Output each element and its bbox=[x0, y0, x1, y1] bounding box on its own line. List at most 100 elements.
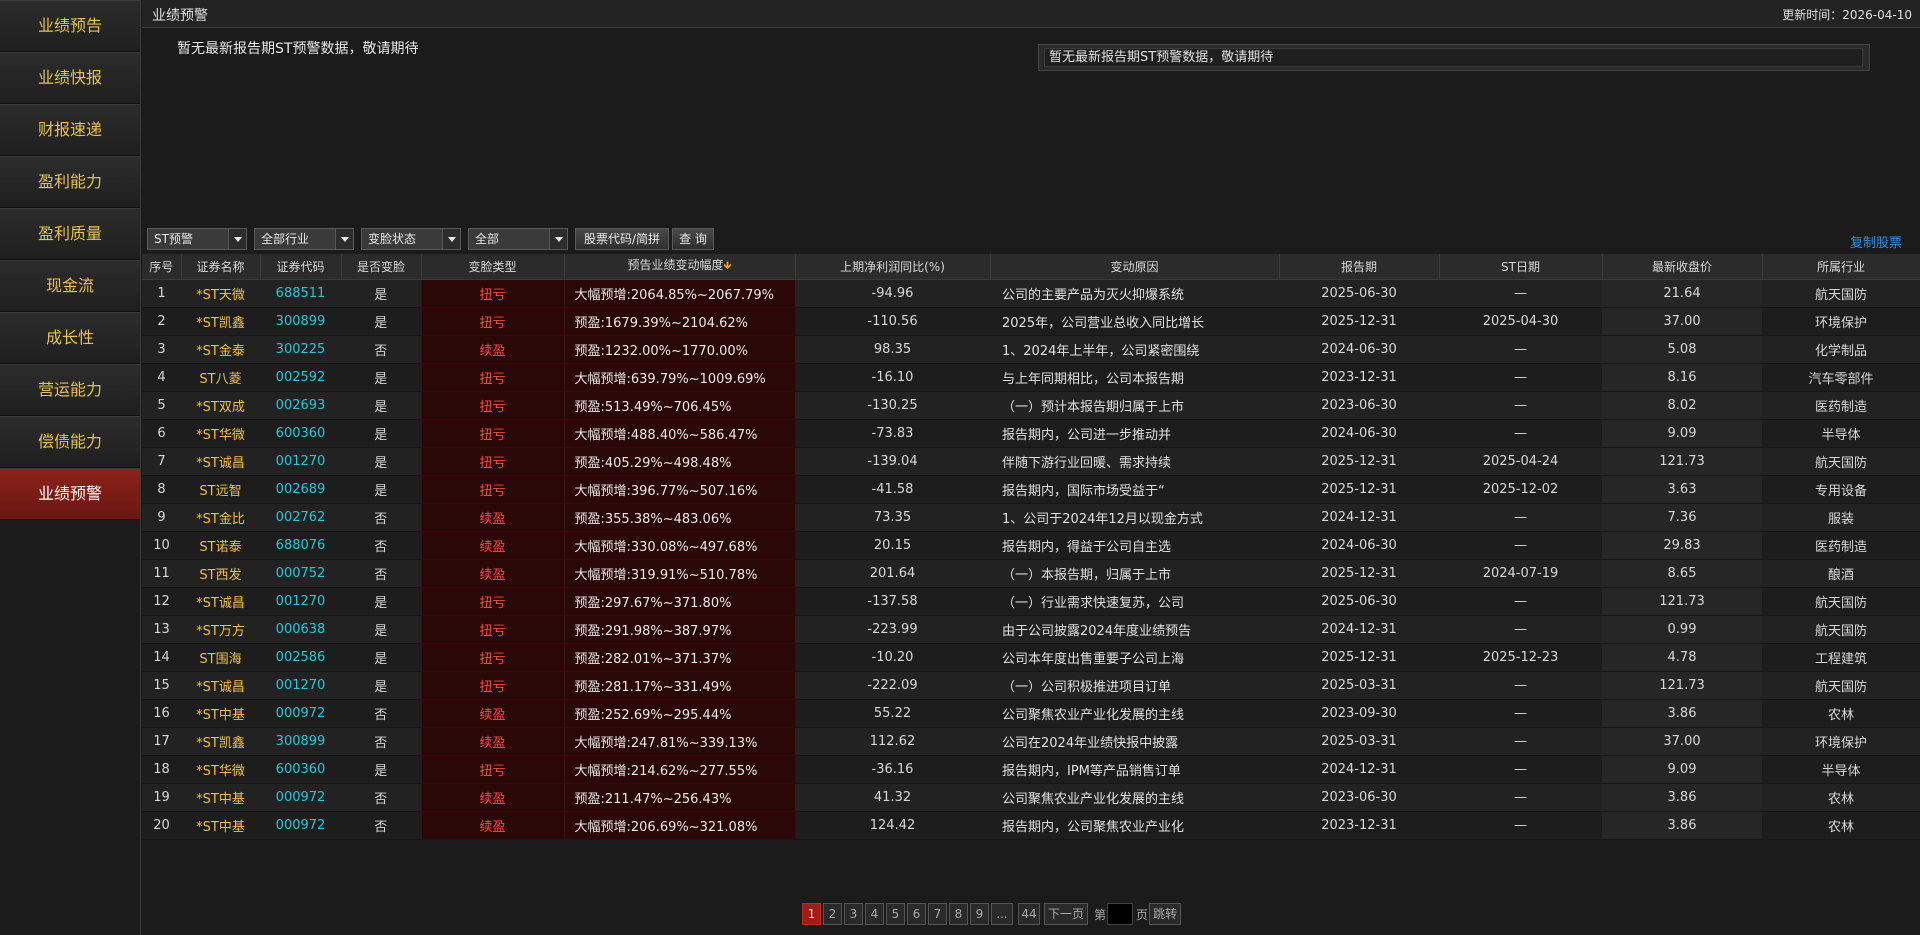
table-row[interactable]: 18 *ST华微 600360 是扭亏 大幅预增:214.62%~277.55% -36.… bbox=[142, 755, 1920, 784]
cell-code[interactable]: 002693 bbox=[260, 391, 341, 420]
cell-name[interactable]: ST诺泰 bbox=[181, 531, 260, 560]
page-button-6[interactable]: 6 bbox=[907, 903, 926, 925]
cell-name[interactable]: *ST金泰 bbox=[181, 335, 260, 364]
header-st-date[interactable]: ST日期 bbox=[1439, 254, 1603, 280]
page-button-last[interactable]: 44 bbox=[1018, 903, 1040, 925]
cell-code[interactable]: 000972 bbox=[260, 811, 341, 840]
page-button-8[interactable]: 8 bbox=[949, 903, 968, 925]
header-code[interactable]: 证券代码 bbox=[260, 254, 342, 280]
cell-name[interactable]: ST远智 bbox=[181, 475, 260, 504]
sidebar-item-report[interactable]: 财报速递 bbox=[0, 104, 140, 156]
cell-code[interactable]: 600360 bbox=[260, 755, 341, 784]
cell-code[interactable]: 000752 bbox=[260, 559, 341, 588]
cell-code[interactable]: 000638 bbox=[260, 615, 341, 644]
table-row[interactable]: 14 ST围海 002586 是扭亏 预盈:282.01%~371.37% -10.20 公… bbox=[142, 643, 1920, 672]
cell-code[interactable]: 000972 bbox=[260, 699, 341, 728]
table-row[interactable]: 12 *ST诚昌 001270 是扭亏 预盈:297.67%~371.80% -137.5… bbox=[142, 587, 1920, 616]
header-yoy[interactable]: 上期净利润同比(%) bbox=[795, 254, 991, 280]
next-page-button[interactable]: 下一页 bbox=[1044, 903, 1088, 925]
page-button-9[interactable]: 9 bbox=[970, 903, 989, 925]
header-idx[interactable]: 序号 bbox=[142, 254, 182, 280]
table-row[interactable]: 4 ST八菱 002592 是扭亏 大幅预增:639.79%~1009.69% -16.1… bbox=[142, 363, 1920, 392]
cell-code[interactable]: 001270 bbox=[260, 447, 341, 476]
all-select[interactable]: 全部 bbox=[468, 228, 568, 250]
cell-name[interactable]: ST围海 bbox=[181, 643, 260, 672]
header-changed[interactable]: 是否变脸 bbox=[341, 254, 422, 280]
cell-name[interactable]: *ST诚昌 bbox=[181, 447, 260, 476]
table-row[interactable]: 1 *ST天微 688511 是扭亏 大幅预增:2064.85%~2067.79% -94… bbox=[142, 279, 1920, 308]
header-report[interactable]: 报告期 bbox=[1279, 254, 1440, 280]
cell-name[interactable]: *ST中基 bbox=[181, 783, 260, 812]
header-name[interactable]: 证券名称 bbox=[181, 254, 261, 280]
page-button-1[interactable]: 1 bbox=[802, 903, 821, 925]
table-row[interactable]: 5 *ST双成 002693 是扭亏 预盈:513.49%~706.45% -130.25… bbox=[142, 391, 1920, 420]
table-row[interactable]: 19 *ST中基 000972 否续盈 预盈:211.47%~256.43% 41.32 公… bbox=[142, 783, 1920, 812]
page-button-4[interactable]: 4 bbox=[865, 903, 884, 925]
table-row[interactable]: 10 ST诺泰 688076 否续盈 大幅预增:330.08%~497.68% 20.15… bbox=[142, 531, 1920, 560]
cell-code[interactable]: 688511 bbox=[260, 279, 341, 308]
table-row[interactable]: 6 *ST华微 600360 是扭亏 大幅预增:488.40%~586.47% -73.8… bbox=[142, 419, 1920, 448]
cell-code[interactable]: 688076 bbox=[260, 531, 341, 560]
header-price[interactable]: 最新收盘价 bbox=[1602, 254, 1763, 280]
cell-name[interactable]: *ST金比 bbox=[181, 503, 260, 532]
sidebar-item-operation[interactable]: 营运能力 bbox=[0, 364, 140, 416]
cell-name[interactable]: *ST中基 bbox=[181, 811, 260, 840]
cell-code[interactable]: 000972 bbox=[260, 783, 341, 812]
cell-code[interactable]: 002586 bbox=[260, 643, 341, 672]
page-button-7[interactable]: 7 bbox=[928, 903, 947, 925]
table-row[interactable]: 16 *ST中基 000972 否续盈 预盈:252.69%~295.44% 55.22 公… bbox=[142, 699, 1920, 728]
table-row[interactable]: 8 ST远智 002689 是扭亏 大幅预增:396.77%~507.16% -41.58… bbox=[142, 475, 1920, 504]
cell-code[interactable]: 002689 bbox=[260, 475, 341, 504]
cell-name[interactable]: *ST天微 bbox=[181, 279, 260, 308]
header-reason[interactable]: 变动原因 bbox=[990, 254, 1280, 280]
sidebar-item-solvency[interactable]: 偿债能力 bbox=[0, 416, 140, 468]
page-button-2[interactable]: 2 bbox=[823, 903, 842, 925]
st-warning-select[interactable]: ST预警 bbox=[147, 228, 247, 250]
table-row[interactable]: 3 *ST金泰 300225 否续盈 预盈:1232.00%~1770.00% 98.35… bbox=[142, 335, 1920, 364]
sidebar-item-growth[interactable]: 成长性 bbox=[0, 312, 140, 364]
page-number-input[interactable] bbox=[1107, 903, 1133, 925]
cell-name[interactable]: *ST双成 bbox=[181, 391, 260, 420]
cell-name[interactable]: *ST凯鑫 bbox=[181, 307, 260, 336]
cell-name[interactable]: *ST万方 bbox=[181, 615, 260, 644]
jump-button[interactable]: 跳转 bbox=[1149, 903, 1181, 925]
sidebar-item-profitability[interactable]: 盈利能力 bbox=[0, 156, 140, 208]
header-industry[interactable]: 所属行业 bbox=[1762, 254, 1920, 280]
table-row[interactable]: 20 *ST中基 000972 否续盈 大幅预增:206.69%~321.08% 124.… bbox=[142, 811, 1920, 840]
cell-name[interactable]: *ST华微 bbox=[181, 419, 260, 448]
cell-code[interactable]: 300899 bbox=[260, 727, 341, 756]
cell-name[interactable]: ST西发 bbox=[181, 559, 260, 588]
sidebar-item-warning[interactable]: 业绩预警 bbox=[0, 468, 140, 520]
sidebar-item-forecast[interactable]: 业绩预告 bbox=[0, 0, 140, 52]
cell-code[interactable]: 001270 bbox=[260, 671, 341, 700]
page-button-5[interactable]: 5 bbox=[886, 903, 905, 925]
cell-name[interactable]: *ST中基 bbox=[181, 699, 260, 728]
cell-code[interactable]: 002592 bbox=[260, 363, 341, 392]
table-row[interactable]: 7 *ST诚昌 001270 是扭亏 预盈:405.29%~498.48% -139.04… bbox=[142, 447, 1920, 476]
status-select[interactable]: 变脸状态 bbox=[361, 228, 461, 250]
sidebar-item-profit-quality[interactable]: 盈利质量 bbox=[0, 208, 140, 260]
table-row[interactable]: 11 ST西发 000752 否续盈 大幅预增:319.91%~510.78% 201.6… bbox=[142, 559, 1920, 588]
cell-code[interactable]: 300225 bbox=[260, 335, 341, 364]
industry-select[interactable]: 全部行业 bbox=[254, 228, 354, 250]
table-row[interactable]: 15 *ST诚昌 001270 是扭亏 预盈:281.17%~331.49% -222.0… bbox=[142, 671, 1920, 700]
cell-name[interactable]: *ST诚昌 bbox=[181, 671, 260, 700]
table-row[interactable]: 2 *ST凯鑫 300899 是扭亏 预盈:1679.39%~2104.62% -110.… bbox=[142, 307, 1920, 336]
copy-stocks-link[interactable]: 复制股票 bbox=[1850, 232, 1902, 251]
sidebar-item-express[interactable]: 业绩快报 bbox=[0, 52, 140, 104]
header-range[interactable]: 预告业绩变动幅度🡻 bbox=[564, 254, 796, 280]
cell-name[interactable]: ST八菱 bbox=[181, 363, 260, 392]
cell-code[interactable]: 300899 bbox=[260, 307, 341, 336]
table-row[interactable]: 13 *ST万方 000638 是扭亏 预盈:291.98%~387.97% -223.9… bbox=[142, 615, 1920, 644]
cell-name[interactable]: *ST诚昌 bbox=[181, 587, 260, 616]
table-row[interactable]: 9 *ST金比 002762 否续盈 预盈:355.38%~483.06% 73.35 1、… bbox=[142, 503, 1920, 532]
cell-code[interactable]: 001270 bbox=[260, 587, 341, 616]
sidebar-item-cashflow[interactable]: 现金流 bbox=[0, 260, 140, 312]
page-button-3[interactable]: 3 bbox=[844, 903, 863, 925]
table-row[interactable]: 17 *ST凯鑫 300899 否续盈 大幅预增:247.81%~339.13% 112.… bbox=[142, 727, 1920, 756]
query-button[interactable]: 查 询 bbox=[672, 228, 714, 250]
cell-name[interactable]: *ST华微 bbox=[181, 755, 260, 784]
cell-name[interactable]: *ST凯鑫 bbox=[181, 727, 260, 756]
cell-code[interactable]: 002762 bbox=[260, 503, 341, 532]
header-type[interactable]: 变脸类型 bbox=[421, 254, 565, 280]
